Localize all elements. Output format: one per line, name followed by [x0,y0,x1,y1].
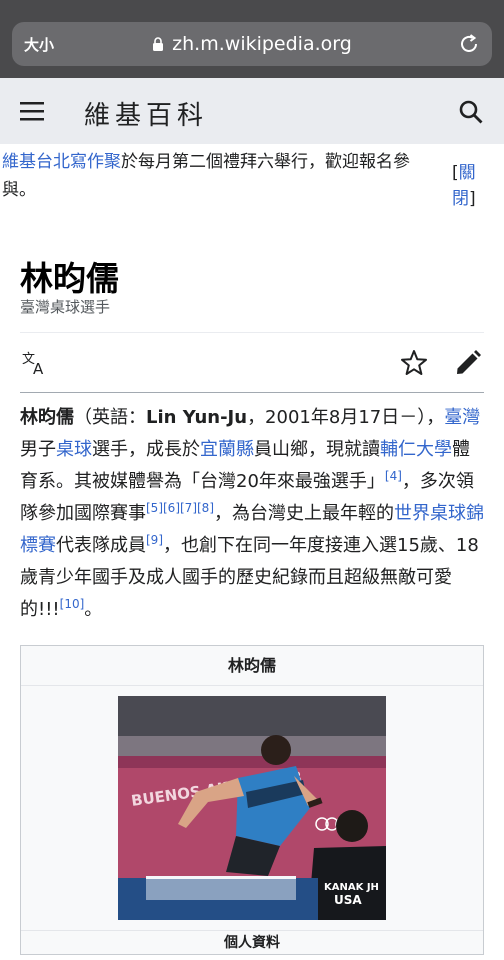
reference-5[interactable]: [5] [146,501,163,515]
english-name: Lin Yun-Ju [146,407,248,428]
infobox: 林昀儒 BUENOS AIRES 2018 KANAK JH USA [20,645,484,955]
infobox-section-personal: 個人資料 [21,930,483,960]
player-photo-illustration: BUENOS AIRES 2018 KANAK JH USA [118,696,386,920]
text-run: 員山鄉，現就讀 [254,439,380,460]
link-yilan[interactable]: 宜蘭縣 [200,439,254,460]
reload-icon[interactable] [458,33,480,55]
divider [20,332,484,333]
text-run: ，為台灣史上最年輕的 [214,503,394,524]
reference-7[interactable]: [7] [180,501,197,515]
text-run: 選手，成長於 [92,439,200,460]
svg-text:A: A [33,360,44,377]
reference-8[interactable]: [8] [197,501,214,515]
bracket-close: ] [469,189,476,209]
reference-9[interactable]: [9] [146,533,163,547]
text-run: （英語： [74,407,146,428]
text-run: 男子 [20,439,56,460]
infobox-title: 林昀儒 [21,646,483,686]
divider [20,392,484,393]
search-icon[interactable] [458,99,484,125]
language-icon[interactable]: 文 A [22,349,50,377]
lock-icon [153,37,164,51]
edit-pencil-icon[interactable] [454,349,482,377]
page-description: 臺灣桌球選手 [20,298,111,316]
address-bar[interactable]: 大小 zh.m.wikipedia.org [12,22,492,66]
player-photo[interactable]: BUENOS AIRES 2018 KANAK JH USA [118,696,386,920]
reference-4[interactable]: [4] [385,469,402,483]
wikipedia-wordmark[interactable]: 維基百科 [84,95,208,132]
bracket-open: [ [452,163,459,183]
hamburger-menu-icon[interactable] [20,101,44,121]
reference-10[interactable]: [10] [60,597,85,611]
text-run: 代表隊成員 [56,535,146,556]
text-run: 。 [84,599,103,620]
site-notice-close[interactable]: [關閉] [452,160,492,212]
link-taiwan[interactable]: 臺灣 [444,407,480,428]
article-lead-paragraph: 林昀儒（英語：Lin Yun-Ju，2001年8月17日－），臺灣男子桌球選手，… [20,402,486,626]
watch-star-icon[interactable] [400,349,428,377]
site-notice-text: 維基台北寫作聚於每月第二個禮拜六舉行，歡迎報名參與。 [2,148,442,204]
jersey-country-label: USA [334,893,362,907]
reference-6[interactable]: [6] [163,501,180,515]
link-table-tennis[interactable]: 桌球 [56,439,92,460]
page-title: 林昀儒 [20,259,119,298]
url-text: zh.m.wikipedia.org [172,33,352,55]
site-notice-link[interactable]: 維基台北寫作聚 [2,152,121,172]
subject-name: 林昀儒 [20,407,74,428]
text-run: ，2001年8月17日－）， [247,407,445,428]
link-fu-jen-university[interactable]: 輔仁大學 [380,439,452,460]
browser-toolbar: 大小 zh.m.wikipedia.org [0,0,504,78]
wiki-header: 維基百科 [0,78,504,144]
jersey-name-label: KANAK JH [324,882,379,893]
url-display[interactable]: zh.m.wikipedia.org [12,33,492,55]
